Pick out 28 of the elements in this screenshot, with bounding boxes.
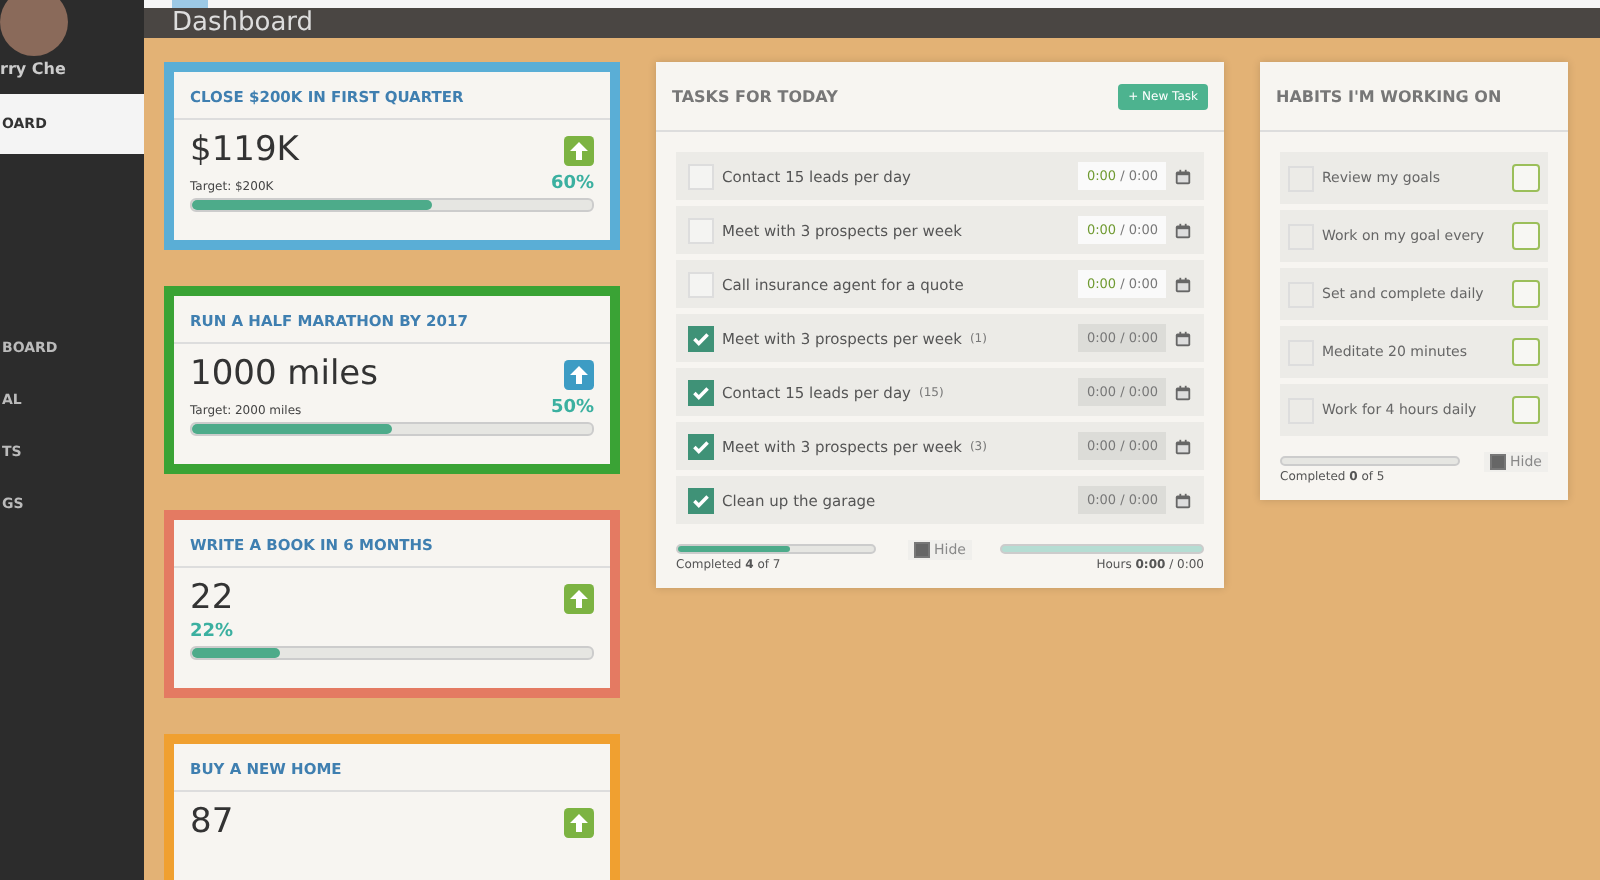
page-title: Dashboard (172, 8, 314, 38)
calendar-icon[interactable] (1174, 329, 1192, 347)
avatar-circle (0, 0, 68, 56)
habit-checkbox[interactable] (1512, 222, 1540, 250)
calendar-icon[interactable] (1174, 437, 1192, 455)
panel-title: HABITS I'M WORKING ON (1276, 87, 1502, 105)
goal-value: 1000 miles (190, 354, 378, 394)
checkbox[interactable] (688, 325, 714, 351)
checkbox[interactable] (688, 379, 714, 405)
habit-checkbox[interactable] (1512, 280, 1540, 308)
checkbox[interactable] (688, 433, 714, 459)
habit-checkbox[interactable] (1512, 164, 1540, 192)
user-name: rry Che (0, 58, 68, 82)
goal-percent: 50% (550, 398, 594, 418)
checkbox[interactable] (688, 487, 714, 513)
calendar-icon[interactable] (1174, 167, 1192, 185)
goal-value: $119K (190, 130, 299, 170)
goal-percent: 60% (550, 174, 594, 194)
goal-percent: 22% (190, 622, 234, 642)
calendar-icon[interactable] (1174, 383, 1192, 401)
panel-title: TASKS FOR TODAY (672, 87, 838, 105)
habit-checkbox[interactable] (1512, 396, 1540, 424)
calendar-icon[interactable] (1174, 491, 1192, 509)
calendar-icon[interactable] (1174, 221, 1192, 239)
habit-checkbox[interactable] (1512, 338, 1540, 366)
calendar-icon[interactable] (1174, 275, 1192, 293)
goal-value: 87 (190, 802, 234, 842)
goal-value: 22 (190, 578, 234, 618)
